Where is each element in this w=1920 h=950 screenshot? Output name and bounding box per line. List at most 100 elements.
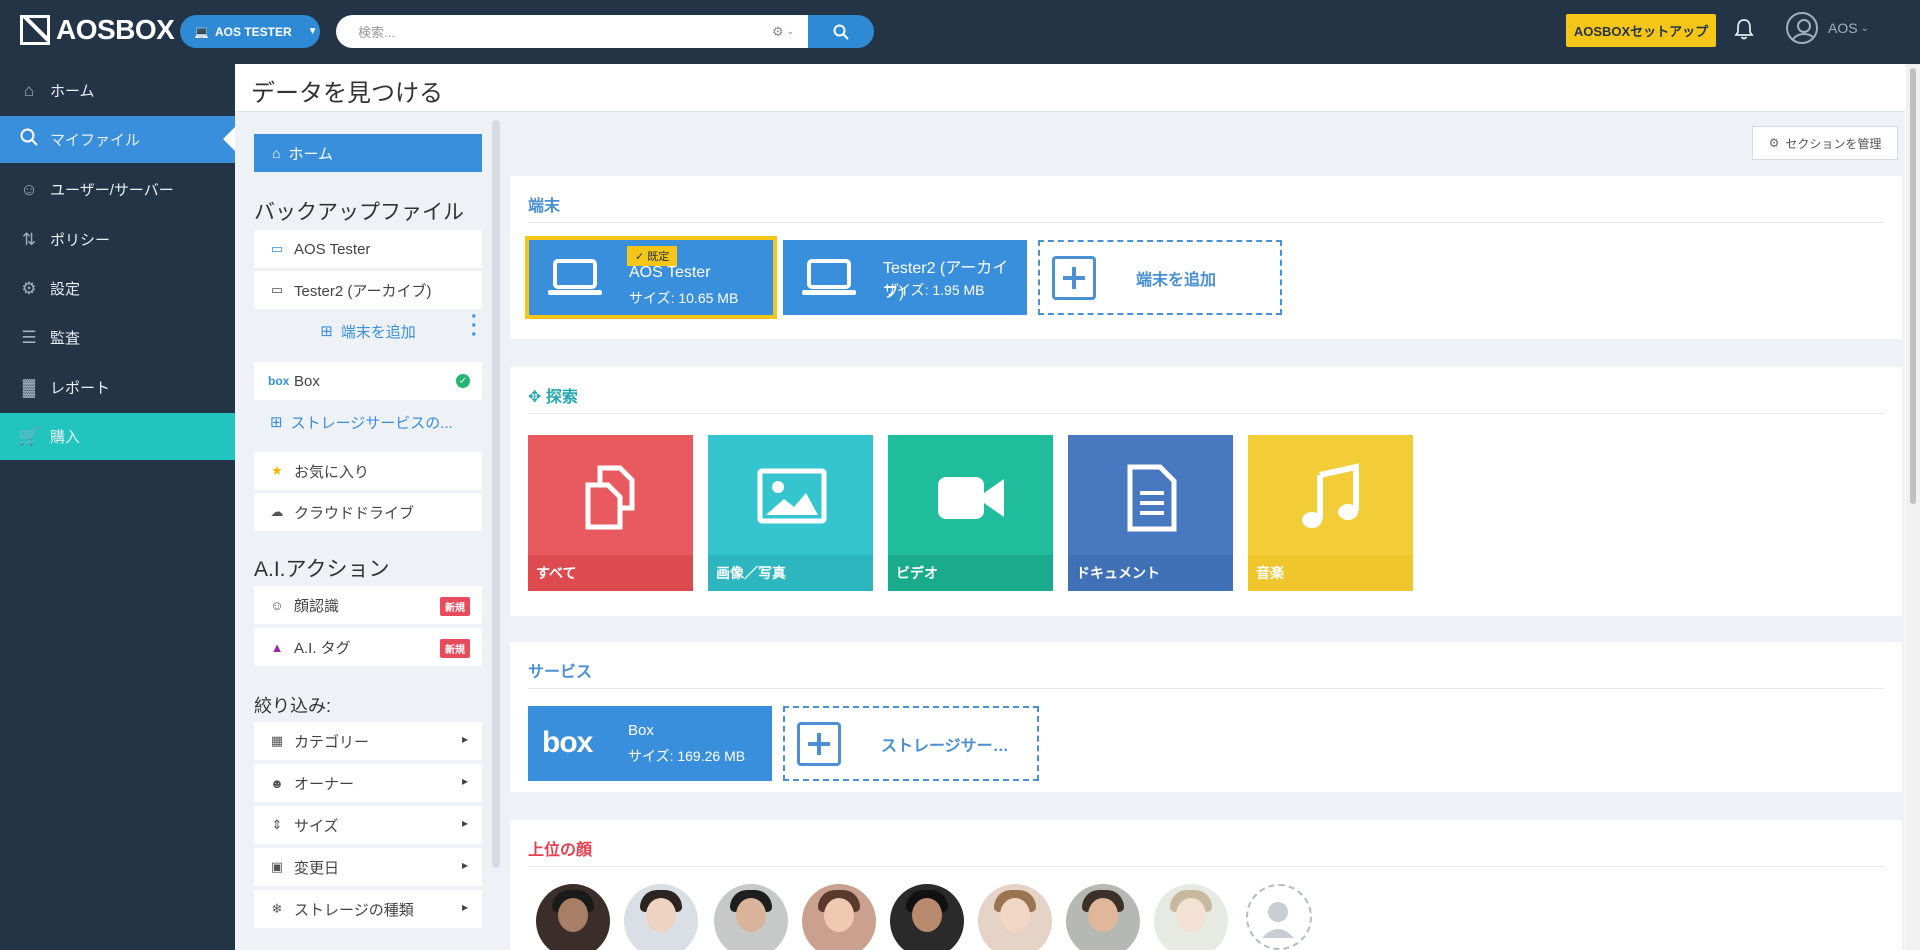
device-selector[interactable]: 💻 AOS TESTER ▼ bbox=[180, 15, 320, 48]
filter-ai-tag[interactable]: ▲ A.I. タグ 新規 bbox=[254, 628, 482, 666]
sidebar-item-audit[interactable]: ☰ 監査 bbox=[0, 314, 235, 361]
face-avatar[interactable] bbox=[624, 884, 698, 950]
grid-icon: ▦ bbox=[270, 733, 284, 748]
sidebar-item-my-files[interactable]: マイファイル bbox=[0, 116, 235, 163]
devices-panel-title: 端末 bbox=[528, 198, 561, 215]
filter-add-storage-link[interactable]: ⊞ ストレージサービスの... bbox=[254, 403, 482, 441]
filter-storage-type[interactable]: ❄ ストレージの種類 ▸ bbox=[254, 890, 482, 928]
face-avatar[interactable] bbox=[802, 884, 876, 950]
tile-video[interactable]: ビデオ bbox=[888, 435, 1053, 591]
service-card-box[interactable]: box Box サイズ: 169.26 MB bbox=[528, 706, 772, 781]
sidebar-item-settings[interactable]: ⚙ 設定 bbox=[0, 265, 235, 312]
filter-owner[interactable]: ☻ オーナー ▸ bbox=[254, 764, 482, 802]
filter-face-recognition[interactable]: ☺ 顔認識 新規 bbox=[254, 586, 482, 624]
laptop-icon bbox=[548, 259, 602, 295]
divider bbox=[528, 222, 1884, 223]
cart-icon: 🛒 bbox=[18, 426, 40, 446]
logo-mark-icon bbox=[20, 15, 50, 45]
plus-square-icon: ⊞ bbox=[320, 323, 333, 340]
user-icon: ☺ bbox=[20, 179, 38, 199]
laptop-icon bbox=[802, 259, 856, 295]
page-scrollbar-thumb[interactable] bbox=[1910, 68, 1916, 504]
sidebar: ⌂ ホーム マイファイル ☺ ユーザー/サーバー ⇅ ポリシー ⚙ 設定 ☰ 監… bbox=[0, 64, 235, 950]
manage-sections-button[interactable]: ⚙ セクションを管理 bbox=[1752, 126, 1898, 160]
search-button[interactable] bbox=[808, 15, 874, 48]
search-icon bbox=[18, 128, 40, 151]
search-options-button[interactable]: ⚙ ⌄ bbox=[772, 15, 808, 48]
laptop-icon: ▭ bbox=[270, 241, 284, 256]
sort-icon: ⇕ bbox=[271, 817, 283, 832]
sidebar-item-users-servers[interactable]: ☺ ユーザー/サーバー bbox=[0, 166, 235, 213]
face-avatar[interactable] bbox=[978, 884, 1052, 950]
filter-device-aos-tester[interactable]: ▭ AOS Tester bbox=[254, 230, 482, 268]
filter-modified-date[interactable]: ▣ 変更日 ▸ bbox=[254, 848, 482, 886]
chevron-down-icon: ⌄ bbox=[786, 26, 795, 36]
page-scrollbar[interactable] bbox=[1906, 64, 1920, 950]
filter-panel-scrollbar[interactable] bbox=[492, 120, 500, 868]
face-avatar[interactable] bbox=[1154, 884, 1228, 950]
tile-images-label: 画像／写真 bbox=[708, 555, 873, 591]
filter-add-storage-label: ストレージサービスの... bbox=[290, 414, 453, 432]
plus-square-icon bbox=[797, 721, 841, 766]
tile-documents[interactable]: ドキュメント bbox=[1068, 435, 1233, 591]
filter-home-button[interactable]: ⌂ ホーム bbox=[254, 134, 482, 172]
filter-storage-box[interactable]: box Box ✓ bbox=[254, 362, 482, 400]
sliders-icon: ⇅ bbox=[21, 229, 37, 249]
person-add-icon bbox=[1262, 902, 1294, 938]
device-card-tester2[interactable]: Tester2 (アーカイブ) サイズ: 1.95 MB bbox=[783, 240, 1027, 315]
sidebar-item-label: 監査 bbox=[50, 330, 81, 347]
filter-add-device-link[interactable]: ⊞ 端末を追加 bbox=[254, 312, 482, 350]
snowflake-icon: ❄ bbox=[271, 901, 283, 916]
tile-video-label: ビデオ bbox=[888, 555, 1053, 591]
add-storage-service-card[interactable]: ストレージサービスを追加 bbox=[783, 706, 1039, 781]
sidebar-item-label: レポート bbox=[50, 380, 111, 397]
sidebar-item-policy[interactable]: ⇅ ポリシー bbox=[0, 216, 235, 263]
filter-storage-type-label: ストレージの種類 bbox=[294, 901, 414, 919]
filter-size[interactable]: ⇕ サイズ ▸ bbox=[254, 806, 482, 844]
sidebar-item-report[interactable]: ▓ レポート bbox=[0, 364, 235, 411]
ai-actions-heading: A.I.アクション bbox=[254, 558, 390, 581]
devices-panel: 端末 ✓ 既定 AOS Tester サイズ: 10.65 MB Tester2… bbox=[510, 176, 1902, 339]
refine-heading: 絞り込み: bbox=[254, 696, 332, 716]
add-device-card[interactable]: 端末を追加 bbox=[1038, 240, 1282, 315]
user-name: AOS bbox=[1828, 20, 1858, 36]
user-menu[interactable]: AOS ⌄ bbox=[1786, 12, 1869, 44]
search-placeholder: 検索... bbox=[358, 25, 395, 40]
filter-category[interactable]: ▦ カテゴリー ▸ bbox=[254, 722, 482, 760]
face-avatar[interactable] bbox=[890, 884, 964, 950]
add-face-icon[interactable] bbox=[1246, 884, 1312, 950]
filter-owner-label: オーナー bbox=[294, 775, 355, 793]
sidebar-item-purchase[interactable]: 🛒 購入 bbox=[0, 413, 235, 460]
check-circle-icon: ✓ bbox=[456, 374, 470, 388]
smile-icon: ☺ bbox=[270, 597, 284, 613]
filter-favorites[interactable]: ★ お気に入り bbox=[254, 452, 482, 490]
box-logo-icon: box bbox=[542, 726, 593, 759]
divider bbox=[528, 413, 1884, 414]
face-avatar[interactable] bbox=[714, 884, 788, 950]
filter-storage-label: Box bbox=[294, 372, 320, 390]
filter-device-tester2[interactable]: ▭ Tester2 (アーカイブ) bbox=[254, 271, 482, 309]
laptop-icon: 💻 bbox=[194, 24, 209, 39]
bar-chart-icon: ▓ bbox=[22, 377, 36, 397]
tile-images[interactable]: 画像／写真 bbox=[708, 435, 873, 591]
bell-icon[interactable] bbox=[1734, 18, 1754, 45]
filter-cloud-drive[interactable]: ☁ クラウドドライブ bbox=[254, 493, 482, 531]
face-avatar[interactable] bbox=[1066, 884, 1140, 950]
explore-panel: ✥ 探索 すべて 画像／写真 ビデオ ドキュメント 音楽 bbox=[510, 367, 1902, 616]
aosbox-logo[interactable]: AOSBOX bbox=[20, 14, 175, 46]
sidebar-item-label: ホーム bbox=[50, 83, 95, 100]
sidebar-item-home[interactable]: ⌂ ホーム bbox=[0, 67, 235, 114]
tile-music[interactable]: 音楽 bbox=[1248, 435, 1413, 591]
face-avatar[interactable] bbox=[536, 884, 610, 950]
device-size: サイズ: 1.95 MB bbox=[883, 282, 985, 298]
device-card-aos-tester[interactable]: ✓ 既定 AOS Tester サイズ: 10.65 MB bbox=[525, 236, 777, 319]
filter-device-label: AOS Tester bbox=[294, 240, 371, 258]
search-input[interactable]: 検索... bbox=[336, 15, 776, 48]
sidebar-item-label: ユーザー/サーバー bbox=[50, 182, 174, 199]
setup-button[interactable]: AOSBOXセットアップ bbox=[1566, 14, 1716, 47]
filter-add-device-label: 端末を追加 bbox=[340, 323, 416, 341]
default-tag: ✓ 既定 bbox=[627, 246, 678, 266]
document-icon bbox=[1127, 464, 1177, 532]
gear-icon: ⚙ bbox=[772, 23, 784, 39]
tile-all[interactable]: すべて bbox=[528, 435, 693, 591]
